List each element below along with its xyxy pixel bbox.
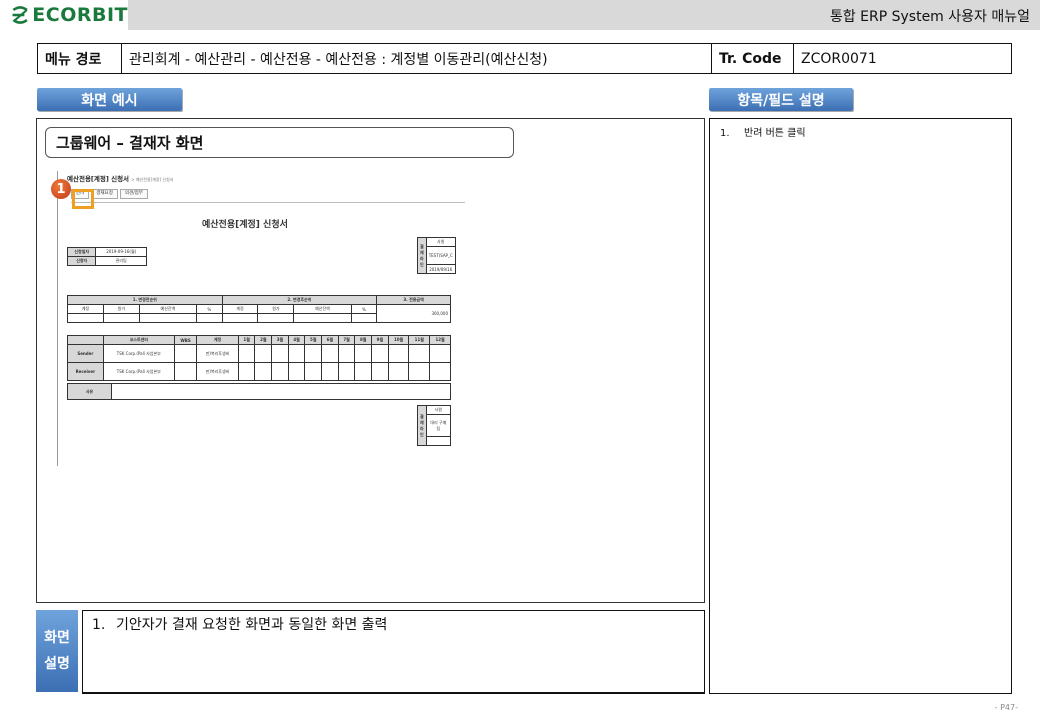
month-header: 7월 (337, 335, 356, 345)
transfer-amount-value: 300,000 (376, 304, 451, 323)
screenshot-thumbnail: 예산전용[계정] 신청서 > 예산전용[계정] 신청서 반려 결재요청 의견/첨… (57, 171, 467, 471)
screen-description-label: 화면 설명 (36, 610, 78, 692)
month-header: 11월 (408, 335, 431, 345)
description-item: 1. 기안자가 결재 요청한 화면과 동일한 화면 출력 (92, 614, 387, 634)
transfer-table: 1. 변경전순위 2. 변경후순위 3. 전용금액 계정 원가 예산잔액 % 계… (67, 295, 451, 323)
screen-description-label-line1: 화면 (44, 630, 70, 646)
approval-name: TEST(SAP_C (425, 246, 456, 265)
apply-date-value: 2019-09-16(월) (95, 247, 147, 257)
col-account: 계정 (221, 304, 259, 314)
sender-account: 판)복리후생비 (196, 344, 239, 363)
month-header: 5월 (304, 335, 323, 345)
page-number: - P47- (994, 703, 1018, 712)
col-cost: 원가 (257, 304, 295, 314)
approver-title: 사원 (425, 405, 452, 415)
screen-example-label: 화면 예시 (37, 88, 182, 111)
month-header: 4월 (287, 335, 306, 345)
approval-title: 사원 (425, 237, 456, 247)
applicant-table: 신청일자 2019-09-16(월) 신청자 관리팀 (66, 247, 147, 266)
apply-date-label: 신청일자 (66, 247, 97, 257)
field-description-label: 항목/필드 설명 (709, 88, 853, 111)
sender-label: Sender (67, 344, 104, 363)
monthly-table: 코스트센터 WBS 계정 1월 2월 3월 4월 5월 6월 7월 8월 9월 … (67, 335, 451, 381)
tr-code-label: Tr. Code (712, 44, 794, 73)
receiver-account: 판)복리후생비 (196, 362, 239, 381)
approver-box: 결재 라인 사원 대리 구매팀 (417, 405, 452, 446)
description-item-text: 기안자가 결재 요청한 화면과 동일한 화면 출력 (116, 617, 388, 633)
thumbnail-border (57, 171, 58, 466)
menu-path-value: 관리회계 - 예산관리 - 예산전용 - 예산전용 : 계정별 이동관리(예산신… (122, 44, 712, 73)
month-header: 2월 (254, 335, 273, 345)
field-item-number: 1. (720, 128, 730, 139)
col-cost: 원가 (102, 304, 140, 314)
before-rank-header: 1. 변경전순위 (67, 295, 223, 305)
col-balance: 예산잔액 (138, 304, 198, 314)
sender-costcenter: TSK Corp.(Pali 사업본부 (102, 344, 175, 363)
thumbnail-header-sub: > 예산전용[계정] 신청서 (131, 177, 174, 182)
approver-name: 대리 구매팀 (425, 414, 452, 437)
receiver-label: Receiver (67, 362, 104, 381)
description-item-number: 1. (92, 617, 106, 633)
receiver-costcenter: TSK Corp.(Pali 사업본부 (102, 362, 175, 381)
tr-code-value: ZCOR0071 (801, 50, 877, 67)
applicant-label: 신청자 (66, 256, 97, 266)
company-logo: ECORBIT (0, 0, 128, 30)
after-rank-header: 2. 변경후순위 (221, 295, 378, 305)
month-header: 1월 (237, 335, 256, 345)
thumbnail-header: 예산전용[계정] 신청서 > 예산전용[계정] 신청서 (67, 173, 173, 183)
reason-label: 사유 (67, 383, 112, 400)
approver-side-label: 결재 라인 (417, 405, 427, 446)
col-balance: 예산잔액 (293, 304, 352, 314)
month-header: WBS (173, 335, 198, 345)
field-item: 1. 반려 버튼 클릭 (720, 124, 806, 139)
month-header: 9월 (371, 335, 389, 345)
manual-title: 통합 ERP System 사용자 매뉴얼 (829, 9, 1030, 25)
thumbnail-divider (71, 202, 465, 203)
logo-text: ECORBIT (32, 4, 128, 26)
col-pct: % (350, 304, 378, 314)
transfer-amount-header: 3. 전용금액 (376, 295, 451, 305)
thumbnail-doc-title: 예산전용[계정] 신청서 (202, 220, 288, 230)
month-header: 코스트센터 (102, 335, 175, 345)
ecorbit-logo-icon (12, 6, 28, 24)
applicant-value: 관리팀 (95, 256, 147, 266)
screen-example-panel: 그룹웨어 – 결재자 화면 예산전용[계정] 신청서 > 예산전용[계정] 신청… (36, 118, 705, 603)
month-header: 10월 (387, 335, 410, 345)
month-header: 12월 (429, 335, 451, 345)
field-description-panel: 1. 반려 버튼 클릭 (709, 118, 1012, 694)
screen-description-label-line2: 설명 (44, 656, 70, 672)
thumbnail-header-title: 예산전용[계정] 신청서 (67, 175, 130, 183)
month-header: 8월 (354, 335, 373, 345)
month-header: 6월 (321, 335, 339, 345)
approval-box: 결재 라인 사원 TEST(SAP_C 2019/09/16 (417, 237, 456, 274)
step-marker-1: 1 (51, 179, 71, 199)
approve-request-button[interactable]: 결재요청 (91, 189, 118, 199)
reject-button-highlight (72, 189, 94, 209)
month-header: 3월 (271, 335, 289, 345)
reason-table: 사유 (67, 383, 451, 400)
approval-side-label: 결재 라인 (417, 237, 427, 274)
col-account: 계정 (67, 304, 104, 314)
month-header: 계정 (196, 335, 239, 345)
menu-info-table: 메뉴 경로 관리회계 - 예산관리 - 예산전용 - 예산전용 : 계정별 이동… (37, 43, 1012, 74)
field-item-text: 반려 버튼 클릭 (744, 128, 806, 139)
screen-subtitle: 그룹웨어 – 결재자 화면 (45, 127, 514, 158)
col-pct: % (196, 304, 223, 314)
comment-attach-button[interactable]: 의견/첨부 (119, 189, 148, 199)
screen-description-box: 1. 기안자가 결재 요청한 화면과 동일한 화면 출력 (82, 610, 705, 694)
header-bar: ECORBIT 통합 ERP System 사용자 매뉴얼 (0, 0, 1040, 30)
approval-date: 2019/09/16 (425, 264, 456, 274)
menu-path-label: 메뉴 경로 (38, 44, 122, 73)
